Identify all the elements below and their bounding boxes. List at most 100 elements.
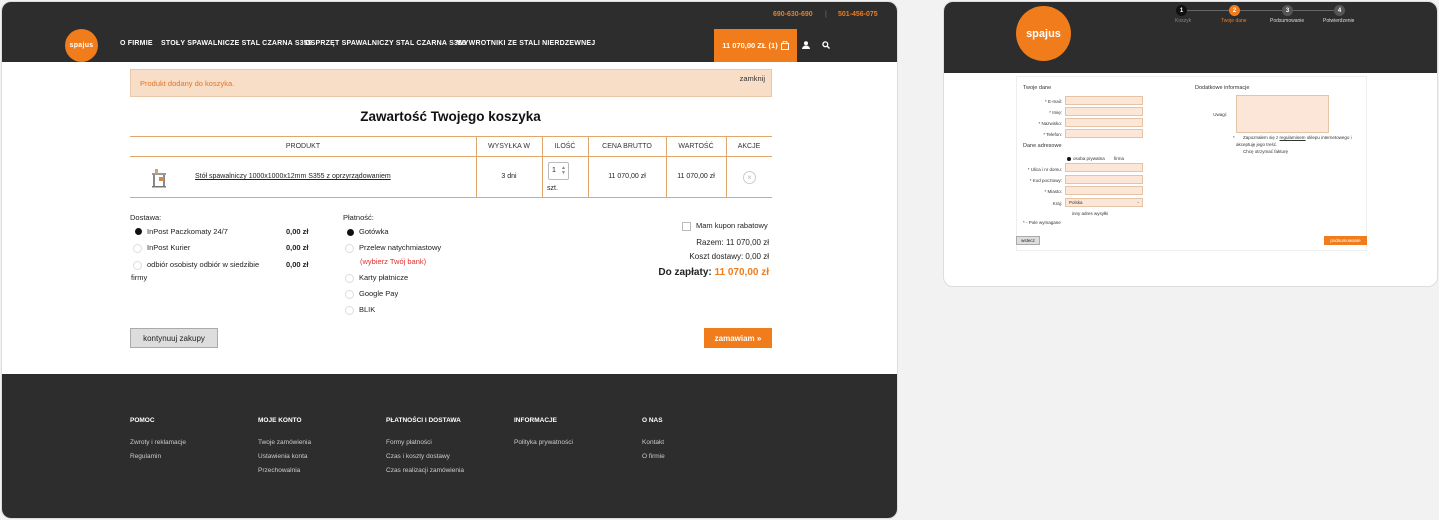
- alert-close-link[interactable]: zamknij: [740, 74, 765, 83]
- table-divider: [666, 137, 667, 197]
- nav-item-o-firmie[interactable]: O FIRMIE: [120, 40, 153, 47]
- delivery-label-pickup-line2: firmy: [131, 273, 148, 282]
- site-logo[interactable]: spajus: [65, 29, 98, 62]
- last-name-field[interactable]: [1065, 118, 1143, 127]
- added-to-cart-alert: Produkt dodany do koszyka. zamknij: [130, 69, 772, 97]
- postal-code-field[interactable]: [1065, 175, 1143, 184]
- phone-link-1[interactable]: 690-630-690: [773, 11, 813, 18]
- terms-text: Zapoznałem się z regulaminem sklepu inte…: [1243, 135, 1352, 140]
- footer-link[interactable]: Czas i koszty dostawy: [386, 453, 450, 460]
- country-value: Polska: [1069, 200, 1083, 205]
- city-field[interactable]: [1065, 186, 1143, 195]
- coupon-checkbox[interactable]: [682, 222, 691, 231]
- payment-radio-transfer[interactable]: [345, 244, 354, 253]
- footer-heading-platnosci: PŁATNOŚCI I DOSTAWA: [386, 417, 461, 424]
- footer-link[interactable]: Przechowalnia: [258, 467, 300, 474]
- nav-item-stoly[interactable]: STOŁY SPAWALNICZE STAL CZARNA S355: [161, 40, 312, 47]
- country-label: Kraj:: [1052, 201, 1062, 206]
- payment-radio-blik[interactable]: [345, 306, 354, 315]
- delivery-radio-pickup[interactable]: [133, 261, 142, 270]
- payment-label-transfer: Przelew natychmiastowy: [359, 243, 442, 252]
- step-1-label: Koszyk: [1175, 18, 1192, 24]
- first-name-label: * Imię:: [1049, 110, 1062, 115]
- order-button[interactable]: zamawiam »: [704, 328, 772, 348]
- quantity-stepper-icon[interactable]: ▲ ▼: [561, 166, 566, 176]
- checkout-logo[interactable]: spajus: [1016, 6, 1071, 61]
- first-name-field[interactable]: [1065, 107, 1143, 116]
- footer-link[interactable]: Polityka prywatności: [514, 439, 573, 446]
- notes-textarea[interactable]: [1236, 95, 1329, 133]
- col-produkt: PRODUKT: [285, 143, 321, 150]
- remove-item-button[interactable]: ×: [743, 171, 756, 184]
- footer-link[interactable]: Kontakt: [642, 439, 664, 446]
- street-field[interactable]: [1065, 163, 1143, 172]
- continue-shopping-button[interactable]: kontynuuj zakupy: [130, 328, 218, 348]
- delivery-price-pickup: 0,00 zł: [286, 260, 309, 269]
- quantity-input[interactable]: 1 ▲ ▼: [548, 162, 569, 180]
- city-label: * Miasto:: [1044, 189, 1062, 194]
- footer-link[interactable]: Czas realizacji zamówienia: [386, 467, 464, 474]
- phone-field[interactable]: [1065, 129, 1143, 138]
- quantity-value: 1: [552, 167, 556, 174]
- other-address-label[interactable]: inny adres wysyłki: [1072, 211, 1108, 216]
- subtotal-text: Razem: 11 070,00 zł: [696, 238, 769, 247]
- back-button[interactable]: wstecz: [1016, 236, 1040, 245]
- delivery-label-pickup: odbiór osobisty odbiór w siedzibie: [147, 260, 260, 269]
- terms-suffix: sklepu internetowego i: [1306, 135, 1352, 140]
- summary-button[interactable]: podsumowanie: [1324, 236, 1367, 245]
- alert-message: Produkt dodany do koszyka.: [140, 79, 235, 88]
- choose-bank-link[interactable]: (wybierz Twój bank): [360, 257, 426, 266]
- table-divider: [476, 137, 477, 197]
- phone-link-2[interactable]: 501-456-075: [838, 11, 878, 18]
- product-thumbnail[interactable]: [150, 164, 168, 190]
- close-icon: ×: [747, 173, 752, 182]
- nav-item-wywrotniki[interactable]: WYWROTNIKI ZE STALI NIERDZEWNEJ: [457, 40, 595, 47]
- address-type-private-radio[interactable]: [1067, 157, 1071, 161]
- terms-link[interactable]: regulaminem: [1280, 135, 1306, 140]
- chevron-down-icon: ⌄: [1136, 199, 1140, 204]
- footer-link[interactable]: O firmie: [642, 453, 665, 460]
- col-akcje: AKCJE: [737, 143, 761, 150]
- your-data-title: Twoje dane: [1023, 85, 1052, 91]
- delivery-label-inpost-courier: InPost Kurier: [147, 243, 191, 252]
- delivery-title: Dostawa:: [130, 213, 162, 222]
- required-note: * - Pole wymagane: [1023, 220, 1061, 225]
- delivery-radio-inpost-lockers[interactable]: [135, 228, 142, 235]
- nav-item-osprzet[interactable]: OSPRZĘT SPAWALNICZY STAL CZARNA S355: [305, 40, 466, 47]
- email-field[interactable]: [1065, 96, 1143, 105]
- payment-radio-cards[interactable]: [345, 274, 354, 283]
- street-label: * Ulica i nr domu:: [1027, 167, 1062, 172]
- postal-code-label: * Kod pocztowy:: [1029, 178, 1062, 183]
- step-1-number: 1: [1176, 5, 1187, 16]
- search-icon[interactable]: [822, 41, 830, 49]
- step-2-label: Twoje dane: [1221, 18, 1247, 24]
- user-icon[interactable]: [802, 41, 810, 49]
- cart-page: 690-630-690 | 501-456-075 spajus O FIRMI…: [1, 1, 898, 519]
- footer-link[interactable]: Regulamin: [130, 453, 161, 460]
- checkout-form: Twoje dane * E-mail: * Imię: * Nazwisko:…: [1016, 76, 1367, 251]
- footer-heading-pomoc: POMOC: [130, 417, 155, 424]
- step-4-number: 4: [1334, 5, 1345, 16]
- payment-label-blik: BLIK: [359, 305, 376, 314]
- address-type-company-label[interactable]: firma: [1114, 156, 1124, 161]
- delivery-radio-inpost-courier[interactable]: [133, 244, 142, 253]
- col-cena: CENA BRUTTO: [602, 143, 652, 150]
- footer-link[interactable]: Twoje zamówienia: [258, 439, 311, 446]
- terms-text-line2: akceptuję jego treść.: [1236, 142, 1278, 147]
- col-ilosc: ILOŚĆ: [554, 143, 576, 150]
- footer-link[interactable]: Ustawienia konta: [258, 453, 308, 460]
- terms-checkbox[interactable]: *: [1233, 135, 1235, 140]
- delivery-label-inpost-lockers: InPost Paczkomaty 24/7: [147, 227, 228, 236]
- table-divider: [726, 137, 727, 197]
- country-select[interactable]: Polska ⌄: [1065, 198, 1143, 207]
- product-shipping: 3 dni: [501, 173, 517, 180]
- invoice-label[interactable]: Chcę otrzymać fakturę: [1243, 149, 1288, 154]
- product-name-link[interactable]: Stół spawalniczy 1000x1000x12mm S355 z o…: [195, 173, 391, 180]
- step-3-label: Podsumowanie: [1270, 18, 1305, 24]
- checkout-header: spajus 1 Koszyk 2 Twoje dane 3 Podsumowa…: [944, 2, 1437, 73]
- footer-link[interactable]: Formy płatności: [386, 439, 432, 446]
- cart-button[interactable]: 11 070,00 ZŁ (1): [714, 29, 797, 62]
- payment-radio-cash[interactable]: [347, 229, 354, 236]
- payment-radio-google-pay[interactable]: [345, 290, 354, 299]
- footer-link[interactable]: Zwroty i reklamacje: [130, 439, 186, 446]
